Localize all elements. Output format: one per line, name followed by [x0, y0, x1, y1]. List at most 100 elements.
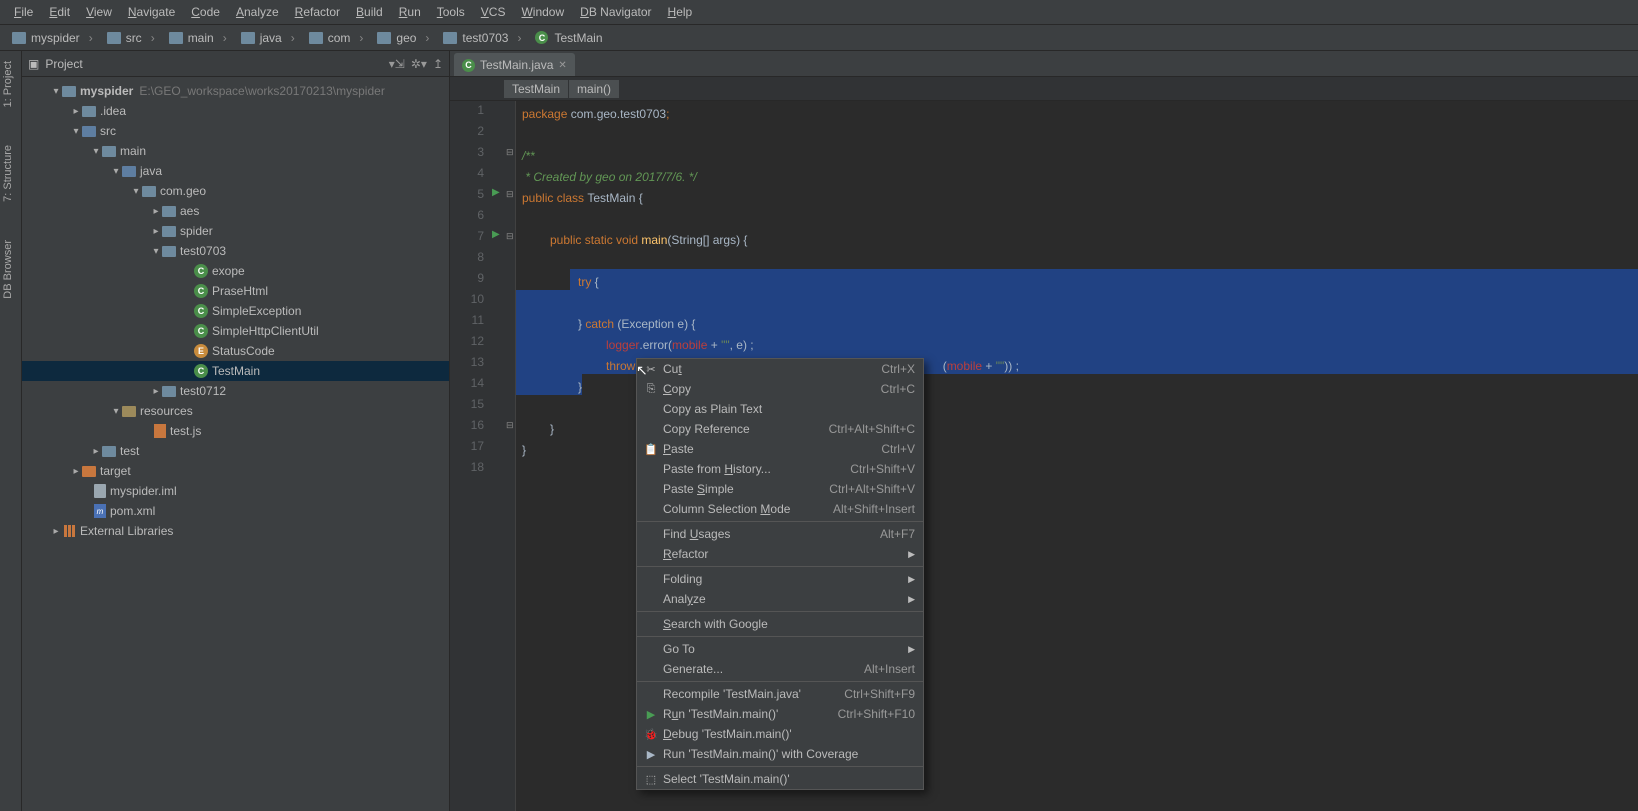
context-paste[interactable]: 📋PasteCtrl+V [637, 439, 923, 459]
breadcrumb-TestMain[interactable]: CTestMain [531, 29, 606, 47]
breadcrumb-test0703[interactable]: test0703 [439, 29, 525, 47]
breadcrumb-geo[interactable]: geo [373, 29, 433, 47]
menu-run[interactable]: Run [391, 2, 429, 22]
run-gutter-icon[interactable]: ▶ [492, 187, 500, 198]
menu-analyze[interactable]: Analyze [228, 2, 287, 22]
package-icon [142, 186, 156, 197]
fold-icon[interactable]: ⊟ [506, 147, 514, 158]
gutter-marks: ▶ ▶ [490, 101, 504, 811]
context-cut[interactable]: ✂CutCtrl+X [637, 359, 923, 379]
tree-item[interactable]: com.geo [160, 184, 206, 198]
menu-view[interactable]: View [78, 2, 120, 22]
tree-item[interactable]: test0703 [180, 244, 226, 258]
code-editor[interactable]: 123456789101112131415161718 ▶ ▶ ⊟ ⊟ ⊟ ⊟ … [450, 101, 1638, 811]
tree-item[interactable]: test [120, 444, 139, 458]
settings-icon[interactable]: ✲▾ [411, 57, 427, 71]
tree-item[interactable]: aes [180, 204, 199, 218]
fold-icon[interactable]: ⊟ [506, 231, 514, 242]
context-folding[interactable]: Folding▶ [637, 569, 923, 589]
tree-item[interactable]: exope [212, 264, 245, 278]
folder-icon [122, 166, 136, 177]
tree-item[interactable]: java [140, 164, 162, 178]
context-copy-reference[interactable]: Copy ReferenceCtrl+Alt+Shift+C [637, 419, 923, 439]
menu-edit[interactable]: Edit [41, 2, 78, 22]
breadcrumb-com[interactable]: com [305, 29, 368, 47]
tree-item[interactable]: SimpleHttpClientUtil [212, 324, 319, 338]
tool-project[interactable]: 1: Project [0, 57, 21, 111]
context-copy[interactable]: ⎘CopyCtrl+C [637, 379, 923, 399]
tree-item[interactable]: StatusCode [212, 344, 275, 358]
tree-item[interactable]: pom.xml [110, 504, 155, 518]
fold-gutter: ⊟ ⊟ ⊟ ⊟ [504, 101, 516, 811]
class-icon: C [462, 59, 475, 72]
tool-structure[interactable]: 7: Structure [0, 141, 21, 206]
context-run-testmain-main-[interactable]: ▶Run 'TestMain.main()'Ctrl+Shift+F10 [637, 704, 923, 724]
fold-icon[interactable]: ⊟ [506, 420, 514, 431]
editor-tab[interactable]: C TestMain.java ✕ [454, 53, 575, 76]
context-analyze[interactable]: Analyze▶ [637, 589, 923, 609]
enum-icon: E [194, 344, 208, 358]
tree-item[interactable]: main [120, 144, 146, 158]
tree-item[interactable]: test.js [170, 424, 201, 438]
menu-dbnavigator[interactable]: DB Navigator [572, 2, 659, 22]
tree-item[interactable]: SimpleException [212, 304, 301, 318]
scroll-from-source-icon[interactable]: ⇲ [395, 57, 405, 71]
menu-vcs[interactable]: VCS [473, 2, 514, 22]
tree-item[interactable]: .idea [100, 104, 126, 118]
context-select-testmain-main-[interactable]: ⬚Select 'TestMain.main()' [637, 769, 923, 789]
tool-sidebar: 1: Project 7: Structure DB Browser [0, 51, 22, 811]
project-panel: ▣ Project ▾ ⇲ ✲▾ ↥ ▾myspiderE:\GEO_works… [22, 51, 450, 811]
context-debug-testmain-main-[interactable]: 🐞Debug 'TestMain.main()' [637, 724, 923, 744]
breadcrumb-main[interactable]: main [165, 29, 231, 47]
context-column-selection-mode[interactable]: Column Selection ModeAlt+Shift+Insert [637, 499, 923, 519]
context-refactor[interactable]: Refactor▶ [637, 544, 923, 564]
line-numbers: 123456789101112131415161718 [450, 101, 490, 811]
breadcrumb-class[interactable]: TestMain [504, 80, 568, 98]
package-icon [162, 226, 176, 237]
menu-help[interactable]: Help [660, 2, 701, 22]
tree-item[interactable]: spider [180, 224, 213, 238]
context-run-testmain-main-with-coverage[interactable]: ▶Run 'TestMain.main()' with Coverage [637, 744, 923, 764]
context-paste-from-history-[interactable]: Paste from History...Ctrl+Shift+V [637, 459, 923, 479]
tree-item[interactable]: test0712 [180, 384, 226, 398]
context-generate-[interactable]: Generate...Alt+Insert [637, 659, 923, 679]
menu-build[interactable]: Build [348, 2, 391, 22]
context-recompile-testmain-java-[interactable]: Recompile 'TestMain.java'Ctrl+Shift+F9 [637, 684, 923, 704]
breadcrumb-method[interactable]: main() [569, 80, 619, 98]
tree-item[interactable]: target [100, 464, 131, 478]
menu-navigate[interactable]: Navigate [120, 2, 183, 22]
breadcrumb-myspider[interactable]: myspider [8, 29, 97, 47]
context-paste-simple[interactable]: Paste SimpleCtrl+Alt+Shift+V [637, 479, 923, 499]
context-search-with-google[interactable]: Search with Google [637, 614, 923, 634]
tree-item[interactable]: myspider.iml [110, 484, 177, 498]
menu-refactor[interactable]: Refactor [287, 2, 348, 22]
package-icon [162, 246, 176, 257]
context-find-usages[interactable]: Find UsagesAlt+F7 [637, 524, 923, 544]
tool-dbbrowser[interactable]: DB Browser [0, 236, 21, 303]
menu-bar: FileEditViewNavigateCodeAnalyzeRefactorB… [0, 0, 1638, 25]
tree-item[interactable]: resources [140, 404, 193, 418]
collapse-icon[interactable]: ↥ [433, 57, 443, 71]
tree-root[interactable]: myspider [80, 84, 133, 98]
menu-code[interactable]: Code [183, 2, 228, 22]
class-icon: C [194, 264, 208, 278]
libraries-icon [62, 525, 76, 537]
folder-icon [62, 86, 76, 97]
tree-item[interactable]: src [100, 124, 116, 138]
tree-item[interactable]: External Libraries [80, 524, 173, 538]
tree-item-selected[interactable]: TestMain [212, 364, 260, 378]
run-gutter-icon[interactable]: ▶ [492, 229, 500, 240]
fold-icon[interactable]: ⊟ [506, 189, 514, 200]
breadcrumb-java[interactable]: java [237, 29, 299, 47]
context-go-to[interactable]: Go To▶ [637, 639, 923, 659]
menu-file[interactable]: File [6, 2, 41, 22]
context-menu[interactable]: ✂CutCtrl+X⎘CopyCtrl+CCopy as Plain TextC… [636, 358, 924, 790]
menu-window[interactable]: Window [513, 2, 572, 22]
project-tree[interactable]: ▾myspiderE:\GEO_workspace\works20170213\… [22, 77, 449, 811]
context-copy-as-plain-text[interactable]: Copy as Plain Text [637, 399, 923, 419]
tree-item[interactable]: PraseHtml [212, 284, 268, 298]
project-panel-title[interactable]: Project [45, 57, 82, 71]
breadcrumb-src[interactable]: src [103, 29, 159, 47]
close-icon[interactable]: ✕ [558, 60, 566, 71]
menu-tools[interactable]: Tools [429, 2, 473, 22]
